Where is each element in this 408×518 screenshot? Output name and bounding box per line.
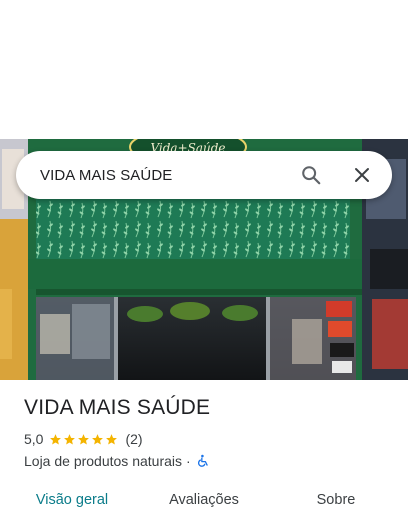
star-icon (64, 433, 76, 444)
rating-row[interactable]: 5,0 (2) (24, 431, 394, 447)
search-bar: VIDA MAIS SAÚDE (16, 151, 392, 199)
star-icon (50, 433, 62, 444)
tab-reviews[interactable]: Avaliações (144, 480, 264, 518)
category-row: Loja de produtos naturais · (24, 453, 394, 469)
place-info: VIDA MAIS SAÚDE 5,0 (2) Loja de produtos… (24, 396, 394, 469)
review-count: (2) (125, 431, 143, 447)
close-icon (355, 168, 369, 182)
tab-overview[interactable]: Visão geral (0, 480, 144, 518)
close-button[interactable] (346, 159, 378, 191)
star-icon (78, 433, 90, 444)
search-icon (302, 166, 321, 185)
place-title: VIDA MAIS SAÚDE (24, 396, 211, 419)
star-icon (106, 433, 118, 444)
place-tabs: Visão geral Avaliações Sobre (0, 480, 408, 518)
separator-dot: · (186, 453, 191, 469)
star-icon (92, 433, 104, 444)
star-rating (49, 433, 119, 446)
place-category: Loja de produtos naturais (24, 453, 182, 469)
rating-value: 5,0 (24, 431, 44, 447)
wheelchair-icon[interactable] (196, 454, 210, 468)
place-sheet: Vida+Saúde VIDA MAIS SAÚDE VIDA MAIS SAÚ… (0, 0, 408, 518)
search-button[interactable] (295, 159, 327, 191)
search-input[interactable]: VIDA MAIS SAÚDE (40, 167, 295, 184)
tab-about[interactable]: Sobre (264, 480, 408, 518)
